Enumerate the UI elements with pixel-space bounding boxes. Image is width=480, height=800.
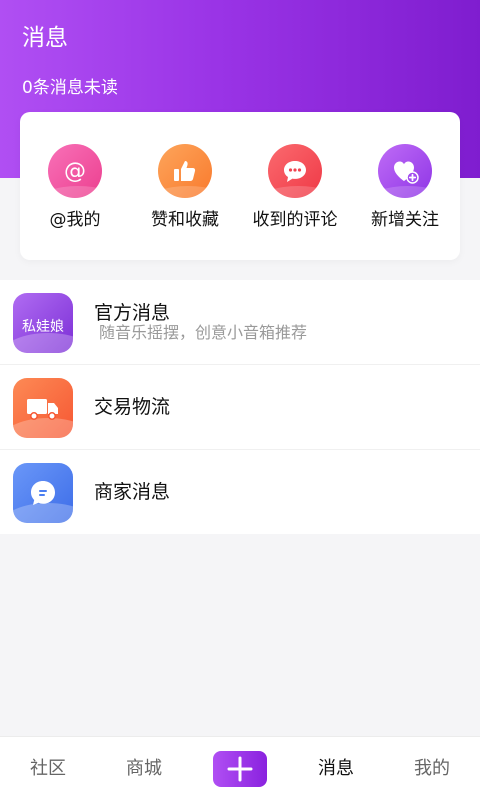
message-title: 商家消息 [94, 481, 171, 503]
message-row-official[interactable]: 私娃娘 官方消息 随音乐摇摆，创意小音箱推荐 [0, 280, 480, 365]
bottom-nav: 社区 商城 消息 我的 [0, 736, 480, 800]
avatar-logo-text: 私娃娘 [22, 319, 64, 335]
nav-publish [192, 751, 288, 787]
nav-mine[interactable]: 我的 [384, 756, 480, 782]
official-avatar: 私娃娘 [13, 293, 73, 353]
messages-page: 消息 0条消息未读 @ @我的 赞和收藏 收到的评论 新增关注 私娃娘 官方消息… [0, 0, 480, 800]
heart-plus-icon [378, 144, 432, 198]
plus-icon [227, 756, 253, 782]
quick-action-mentions[interactable]: @ @我的 [20, 112, 130, 260]
message-preview: 随音乐摇摆，创意小音箱推荐 [99, 323, 308, 342]
chat-bubble-icon [13, 463, 73, 523]
unread-count-text: 0条消息未读 [22, 78, 118, 98]
quick-action-label: 收到的评论 [252, 210, 338, 230]
quick-action-label: 赞和收藏 [151, 210, 219, 230]
message-row-logistics[interactable]: 交易物流 [0, 365, 480, 450]
publish-button[interactable] [213, 751, 267, 787]
quick-action-label: @我的 [49, 210, 101, 230]
message-title: 交易物流 [94, 396, 171, 418]
page-title: 消息 [22, 25, 68, 51]
message-list: 私娃娘 官方消息 随音乐摇摆，创意小音箱推荐 交易物流 商家消息 [0, 280, 480, 534]
at-icon: @ [48, 144, 102, 198]
truck-icon [13, 378, 73, 438]
message-row-merchant[interactable]: 商家消息 [0, 450, 480, 534]
quick-action-new-followers[interactable]: 新增关注 [350, 112, 460, 260]
quick-action-label: 新增关注 [371, 210, 439, 230]
svg-text:@: @ [64, 159, 86, 184]
quick-action-likes[interactable]: 赞和收藏 [130, 112, 240, 260]
comment-icon [268, 144, 322, 198]
quick-actions-card: @ @我的 赞和收藏 收到的评论 新增关注 [20, 112, 460, 260]
nav-community[interactable]: 社区 [0, 756, 96, 782]
thumbs-up-icon [158, 144, 212, 198]
nav-mall[interactable]: 商城 [96, 756, 192, 782]
quick-action-comments[interactable]: 收到的评论 [240, 112, 350, 260]
nav-messages[interactable]: 消息 [288, 756, 384, 782]
